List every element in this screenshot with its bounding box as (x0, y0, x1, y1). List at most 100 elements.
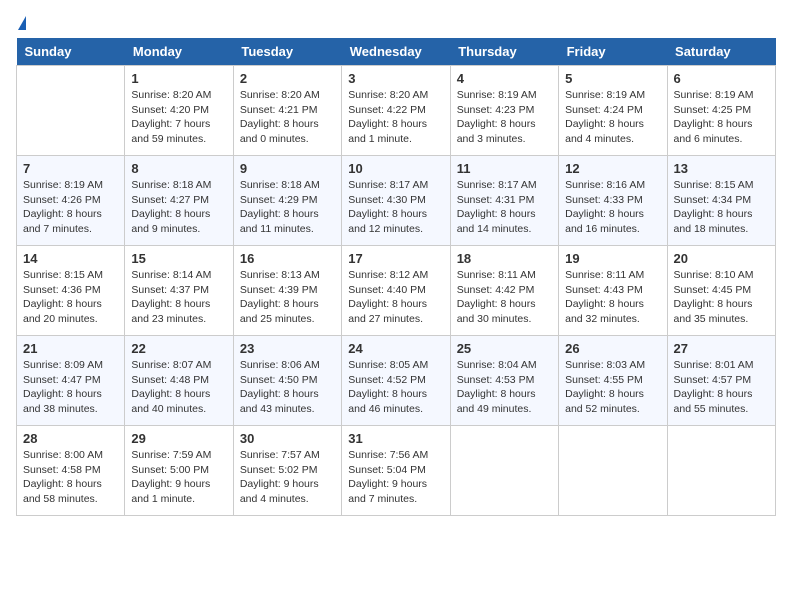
day-number: 1 (131, 71, 226, 86)
day-number: 20 (674, 251, 769, 266)
day-info: Sunrise: 8:05 AMSunset: 4:52 PMDaylight:… (348, 358, 443, 417)
day-info: Sunrise: 8:17 AMSunset: 4:30 PMDaylight:… (348, 178, 443, 237)
calendar-cell: 23Sunrise: 8:06 AMSunset: 4:50 PMDayligh… (233, 336, 341, 426)
day-header-wednesday: Wednesday (342, 38, 450, 66)
day-info: Sunrise: 7:57 AMSunset: 5:02 PMDaylight:… (240, 448, 335, 507)
calendar-cell: 26Sunrise: 8:03 AMSunset: 4:55 PMDayligh… (559, 336, 667, 426)
day-info: Sunrise: 8:19 AMSunset: 4:25 PMDaylight:… (674, 88, 769, 147)
day-info: Sunrise: 8:20 AMSunset: 4:22 PMDaylight:… (348, 88, 443, 147)
day-info: Sunrise: 8:07 AMSunset: 4:48 PMDaylight:… (131, 358, 226, 417)
logo (16, 16, 26, 30)
day-info: Sunrise: 8:18 AMSunset: 4:29 PMDaylight:… (240, 178, 335, 237)
day-info: Sunrise: 8:04 AMSunset: 4:53 PMDaylight:… (457, 358, 552, 417)
day-info: Sunrise: 8:19 AMSunset: 4:24 PMDaylight:… (565, 88, 660, 147)
day-number: 8 (131, 161, 226, 176)
calendar-cell: 6 Sunrise: 8:19 AMSunset: 4:25 PMDaylight… (667, 66, 775, 156)
day-number: 21 (23, 341, 118, 356)
day-info: Sunrise: 8:10 AMSunset: 4:45 PMDaylight:… (674, 268, 769, 327)
day-number: 6 (674, 71, 769, 86)
calendar-cell: 11 Sunrise: 8:17 AMSunset: 4:31 PMDayligh… (450, 156, 558, 246)
logo-icon (18, 16, 26, 30)
day-number: 3 (348, 71, 443, 86)
calendar-cell: 21 Sunrise: 8:09 AMSunset: 4:47 PMDayligh… (17, 336, 125, 426)
day-info: Sunrise: 8:19 AMSunset: 4:23 PMDaylight:… (457, 88, 552, 147)
day-number: 9 (240, 161, 335, 176)
calendar-cell: 8 Sunrise: 8:18 AMSunset: 4:27 PMDaylight… (125, 156, 233, 246)
calendar-cell: 1 Sunrise: 8:20 AMSunset: 4:20 PMDaylight… (125, 66, 233, 156)
day-info: Sunrise: 8:13 AMSunset: 4:39 PMDaylight:… (240, 268, 335, 327)
day-number: 29 (131, 431, 226, 446)
day-info: Sunrise: 8:15 AMSunset: 4:36 PMDaylight:… (23, 268, 118, 327)
day-info: Sunrise: 8:15 AMSunset: 4:34 PMDaylight:… (674, 178, 769, 237)
day-header-tuesday: Tuesday (233, 38, 341, 66)
day-number: 7 (23, 161, 118, 176)
day-number: 16 (240, 251, 335, 266)
calendar-cell: 19 Sunrise: 8:11 AMSunset: 4:43 PMDayligh… (559, 246, 667, 336)
day-number: 14 (23, 251, 118, 266)
header-row: SundayMondayTuesdayWednesdayThursdayFrid… (17, 38, 776, 66)
calendar-cell: 10 Sunrise: 8:17 AMSunset: 4:30 PMDayligh… (342, 156, 450, 246)
day-info: Sunrise: 8:11 AMSunset: 4:43 PMDaylight:… (565, 268, 660, 327)
week-row-4: 21 Sunrise: 8:09 AMSunset: 4:47 PMDayligh… (17, 336, 776, 426)
calendar-cell: 7 Sunrise: 8:19 AMSunset: 4:26 PMDaylight… (17, 156, 125, 246)
day-number: 10 (348, 161, 443, 176)
calendar-cell: 29 Sunrise: 7:59 AMSunset: 5:00 PMDayligh… (125, 426, 233, 516)
calendar-cell: 27 Sunrise: 8:01 AMSunset: 4:57 PMDayligh… (667, 336, 775, 426)
day-number: 24 (348, 341, 443, 356)
day-number: 4 (457, 71, 552, 86)
day-info: Sunrise: 8:20 AMSunset: 4:20 PMDaylight:… (131, 88, 226, 147)
calendar-cell: 31Sunrise: 7:56 AMSunset: 5:04 PMDayligh… (342, 426, 450, 516)
day-info: Sunrise: 7:56 AMSunset: 5:04 PMDaylight:… (348, 448, 443, 507)
calendar-cell: 24 Sunrise: 8:05 AMSunset: 4:52 PMDayligh… (342, 336, 450, 426)
day-number: 12 (565, 161, 660, 176)
calendar-cell: 14 Sunrise: 8:15 AMSunset: 4:36 PMDayligh… (17, 246, 125, 336)
day-number: 27 (674, 341, 769, 356)
day-header-thursday: Thursday (450, 38, 558, 66)
week-row-5: 28 Sunrise: 8:00 AMSunset: 4:58 PMDayligh… (17, 426, 776, 516)
calendar-cell: 20 Sunrise: 8:10 AMSunset: 4:45 PMDayligh… (667, 246, 775, 336)
day-info: Sunrise: 8:18 AMSunset: 4:27 PMDaylight:… (131, 178, 226, 237)
calendar-cell (17, 66, 125, 156)
calendar-cell: 15 Sunrise: 8:14 AMSunset: 4:37 PMDayligh… (125, 246, 233, 336)
week-row-3: 14 Sunrise: 8:15 AMSunset: 4:36 PMDayligh… (17, 246, 776, 336)
calendar-cell: 30Sunrise: 7:57 AMSunset: 5:02 PMDayligh… (233, 426, 341, 516)
day-info: Sunrise: 8:00 AMSunset: 4:58 PMDaylight:… (23, 448, 118, 507)
calendar-cell: 16 Sunrise: 8:13 AMSunset: 4:39 PMDayligh… (233, 246, 341, 336)
day-info: Sunrise: 8:01 AMSunset: 4:57 PMDaylight:… (674, 358, 769, 417)
day-info: Sunrise: 8:11 AMSunset: 4:42 PMDaylight:… (457, 268, 552, 327)
day-info: Sunrise: 8:09 AMSunset: 4:47 PMDaylight:… (23, 358, 118, 417)
day-info: Sunrise: 7:59 AMSunset: 5:00 PMDaylight:… (131, 448, 226, 507)
day-number: 13 (674, 161, 769, 176)
calendar-cell: 17 Sunrise: 8:12 AMSunset: 4:40 PMDayligh… (342, 246, 450, 336)
day-number: 18 (457, 251, 552, 266)
day-info: Sunrise: 8:20 AMSunset: 4:21 PMDaylight:… (240, 88, 335, 147)
day-info: Sunrise: 8:03 AMSunset: 4:55 PMDaylight:… (565, 358, 660, 417)
day-header-friday: Friday (559, 38, 667, 66)
day-info: Sunrise: 8:14 AMSunset: 4:37 PMDaylight:… (131, 268, 226, 327)
day-header-monday: Monday (125, 38, 233, 66)
day-number: 5 (565, 71, 660, 86)
day-number: 25 (457, 341, 552, 356)
calendar-cell: 3 Sunrise: 8:20 AMSunset: 4:22 PMDaylight… (342, 66, 450, 156)
calendar-table: SundayMondayTuesdayWednesdayThursdayFrid… (16, 38, 776, 516)
day-info: Sunrise: 8:19 AMSunset: 4:26 PMDaylight:… (23, 178, 118, 237)
day-number: 17 (348, 251, 443, 266)
day-info: Sunrise: 8:12 AMSunset: 4:40 PMDaylight:… (348, 268, 443, 327)
day-number: 22 (131, 341, 226, 356)
day-info: Sunrise: 8:06 AMSunset: 4:50 PMDaylight:… (240, 358, 335, 417)
week-row-2: 7 Sunrise: 8:19 AMSunset: 4:26 PMDaylight… (17, 156, 776, 246)
day-header-sunday: Sunday (17, 38, 125, 66)
page-header (16, 16, 776, 30)
day-header-saturday: Saturday (667, 38, 775, 66)
calendar-cell (667, 426, 775, 516)
day-number: 28 (23, 431, 118, 446)
day-number: 19 (565, 251, 660, 266)
calendar-cell: 5 Sunrise: 8:19 AMSunset: 4:24 PMDaylight… (559, 66, 667, 156)
day-number: 11 (457, 161, 552, 176)
day-number: 2 (240, 71, 335, 86)
calendar-cell: 12Sunrise: 8:16 AMSunset: 4:33 PMDayligh… (559, 156, 667, 246)
day-info: Sunrise: 8:17 AMSunset: 4:31 PMDaylight:… (457, 178, 552, 237)
day-number: 15 (131, 251, 226, 266)
calendar-cell (450, 426, 558, 516)
calendar-cell: 13 Sunrise: 8:15 AMSunset: 4:34 PMDayligh… (667, 156, 775, 246)
